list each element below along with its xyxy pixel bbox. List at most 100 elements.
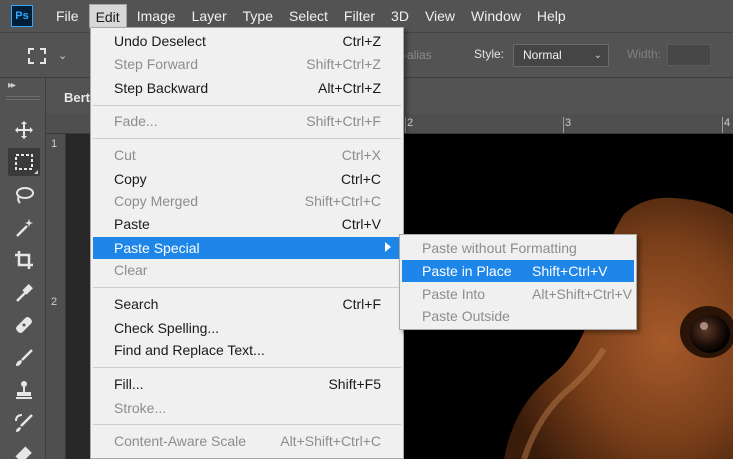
submenu-arrow-icon <box>385 242 391 252</box>
photoshop-logo-icon: Ps <box>11 5 33 27</box>
menu-edit[interactable]: Edit <box>88 4 127 28</box>
submenu-item-paste-in-place[interactable]: Paste in Place Shift+Ctrl+V <box>402 260 634 282</box>
menu-item-fade[interactable]: Fade... Shift+Ctrl+F <box>93 110 401 132</box>
menu-item-label: Paste Special <box>114 240 200 256</box>
menu-item-shortcut: Ctrl+X <box>341 147 381 163</box>
menu-item-label: Stroke... <box>114 400 167 416</box>
canvas-pasteboard[interactable] <box>66 134 90 459</box>
width-label: Width: <box>627 47 662 61</box>
menu-item-shortcut: Shift+Ctrl+Z <box>306 56 381 72</box>
submenu-item-paste-into[interactable]: Paste Into Alt+Shift+Ctrl+V <box>402 283 634 305</box>
menu-item-shortcut: Shift+Ctrl+V <box>532 263 608 279</box>
eraser-tool[interactable] <box>8 441 40 459</box>
menu-item-clear[interactable]: Clear <box>93 259 401 281</box>
menu-item-label: Paste Outside <box>422 308 510 324</box>
menu-item-label: Step Forward <box>114 56 199 72</box>
lasso-tool[interactable] <box>8 181 40 209</box>
history-brush-icon <box>15 414 33 432</box>
photoshop-window: Ps File Edit Image Layer Type Select Fil… <box>0 0 733 459</box>
menu-item-shortcut: Shift+Ctrl+C <box>304 193 381 209</box>
document-tab[interactable]: Bert <box>54 80 94 114</box>
menu-item-paste[interactable]: Paste Ctrl+V <box>93 213 401 235</box>
ruler-label: 2 <box>407 117 414 129</box>
menu-item-shortcut: Shift+F5 <box>328 376 381 392</box>
healing-brush-tool[interactable] <box>8 311 40 339</box>
menu-item-fill[interactable]: Fill... Shift+F5 <box>93 373 401 395</box>
crop-tool[interactable] <box>8 246 40 274</box>
collapse-panel-icon[interactable]: ▸▸ <box>8 80 16 91</box>
menu-layer[interactable]: Layer <box>186 4 233 28</box>
style-select[interactable]: Normal ⌄ <box>513 44 609 67</box>
menu-image[interactable]: Image <box>131 4 182 28</box>
ruler-vertical[interactable]: 1 2 <box>46 134 66 459</box>
tools-panel: ▸▸ <box>0 78 46 459</box>
move-tool[interactable] <box>8 116 40 144</box>
menu-file[interactable]: File <box>50 4 85 28</box>
magic-wand-tool[interactable] <box>8 214 40 242</box>
menu-item-cut[interactable]: Cut Ctrl+X <box>93 144 401 166</box>
menu-3d[interactable]: 3D <box>385 4 415 28</box>
menu-select[interactable]: Select <box>283 4 334 28</box>
menu-window[interactable]: Window <box>465 4 527 28</box>
marquee-preset-icon[interactable] <box>28 48 46 64</box>
menu-item-shortcut: Shift+Ctrl+F <box>306 113 381 129</box>
panel-grip[interactable] <box>6 96 40 100</box>
menu-item-label: Find and Replace Text... <box>114 342 265 358</box>
brush-tool[interactable] <box>8 344 40 372</box>
menu-help[interactable]: Help <box>531 4 572 28</box>
menu-item-label: Fade... <box>114 113 158 129</box>
menu-item-search[interactable]: Search Ctrl+F <box>93 293 401 315</box>
menu-filter[interactable]: Filter <box>338 4 381 28</box>
menu-item-content-aware-scale[interactable]: Content-Aware Scale Alt+Shift+Ctrl+C <box>93 430 401 452</box>
crop-icon <box>15 251 33 269</box>
menu-item-label: Search <box>114 296 159 312</box>
tool-flyout-indicator <box>34 170 38 174</box>
menu-item-copy-merged[interactable]: Copy Merged Shift+Ctrl+C <box>93 190 401 212</box>
stamp-icon <box>16 381 32 399</box>
menu-item-label: Fill... <box>114 376 144 392</box>
menu-item-label: Paste in Place <box>422 263 512 279</box>
history-brush-tool[interactable] <box>8 409 40 437</box>
menu-separator <box>93 367 401 368</box>
menu-type[interactable]: Type <box>237 4 279 28</box>
menu-item-label: Step Backward <box>114 80 209 96</box>
menu-item-paste-special[interactable]: Paste Special <box>93 237 401 259</box>
menu-item-check-spelling[interactable]: Check Spelling... <box>93 317 401 339</box>
clone-stamp-tool[interactable] <box>8 376 40 404</box>
menu-item-step-forward[interactable]: Step Forward Shift+Ctrl+Z <box>93 53 401 75</box>
ruler-label: 4 <box>724 117 731 129</box>
ruler-tick <box>722 117 723 133</box>
eraser-icon <box>15 446 32 459</box>
ruler-label: 1 <box>51 138 58 150</box>
eyedropper-tool[interactable] <box>8 279 40 307</box>
menu-item-label: Undo Deselect <box>114 33 206 49</box>
paste-special-submenu: Paste without Formatting Paste in Place Sh… <box>399 234 637 330</box>
submenu-item-paste-without-formatting[interactable]: Paste without Formatting <box>402 237 634 259</box>
ruler-label: 3 <box>565 117 572 129</box>
edit-menu-dropdown: Undo Deselect Ctrl+Z Step Forward Shift+Ctr… <box>90 27 404 459</box>
ruler-label: 2 <box>51 296 58 308</box>
chevron-down-icon: ⌄ <box>593 50 602 61</box>
chevron-down-icon[interactable]: ⌄ <box>58 49 67 62</box>
menu-item-shortcut: Ctrl+V <box>341 216 381 232</box>
width-input[interactable] <box>667 44 711 66</box>
rectangular-marquee-tool[interactable] <box>8 148 40 176</box>
magic-wand-icon <box>16 219 33 237</box>
menu-view[interactable]: View <box>419 4 461 28</box>
menu-item-label: Paste <box>114 216 150 232</box>
menu-item-label: Paste Into <box>422 286 486 302</box>
style-select-value: Normal <box>523 48 562 62</box>
brush-icon <box>16 349 33 366</box>
submenu-item-paste-outside[interactable]: Paste Outside <box>402 305 634 327</box>
menu-separator <box>93 138 401 139</box>
menu-item-find-and-replace-text[interactable]: Find and Replace Text... <box>93 339 401 361</box>
style-label: Style: <box>474 47 505 61</box>
menu-item-shortcut: Alt+Shift+Ctrl+V <box>532 286 632 302</box>
menu-item-label: Check Spelling... <box>114 320 220 336</box>
menu-item-step-backward[interactable]: Step Backward Alt+Ctrl+Z <box>93 77 401 99</box>
menu-item-label: Copy Merged <box>114 193 199 209</box>
menu-item-undo-deselect[interactable]: Undo Deselect Ctrl+Z <box>93 30 401 52</box>
menu-item-copy[interactable]: Copy Ctrl+C <box>93 168 401 190</box>
menu-item-label: Paste without Formatting <box>422 240 577 256</box>
menu-item-stroke[interactable]: Stroke... <box>93 397 401 419</box>
